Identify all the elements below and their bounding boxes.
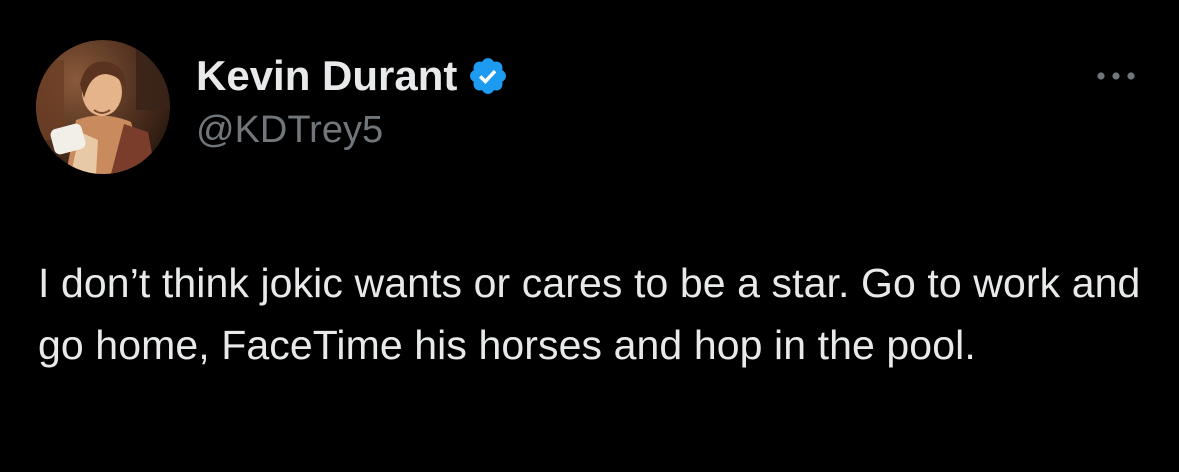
more-horizontal-icon: [1097, 72, 1135, 80]
tweet-text: I don’t think jokic wants or cares to be…: [38, 260, 1141, 368]
author-name-row[interactable]: Kevin Durant: [196, 52, 509, 100]
more-options-button[interactable]: [1086, 56, 1146, 96]
verified-badge-icon: [467, 55, 509, 97]
avatar-image: [36, 40, 170, 174]
display-name[interactable]: Kevin Durant: [196, 52, 457, 100]
author-handle[interactable]: @KDTrey5: [196, 108, 383, 152]
avatar[interactable]: [36, 40, 170, 174]
tweet-card: Kevin Durant @KDTrey5 I don’t think joki…: [0, 0, 1179, 472]
